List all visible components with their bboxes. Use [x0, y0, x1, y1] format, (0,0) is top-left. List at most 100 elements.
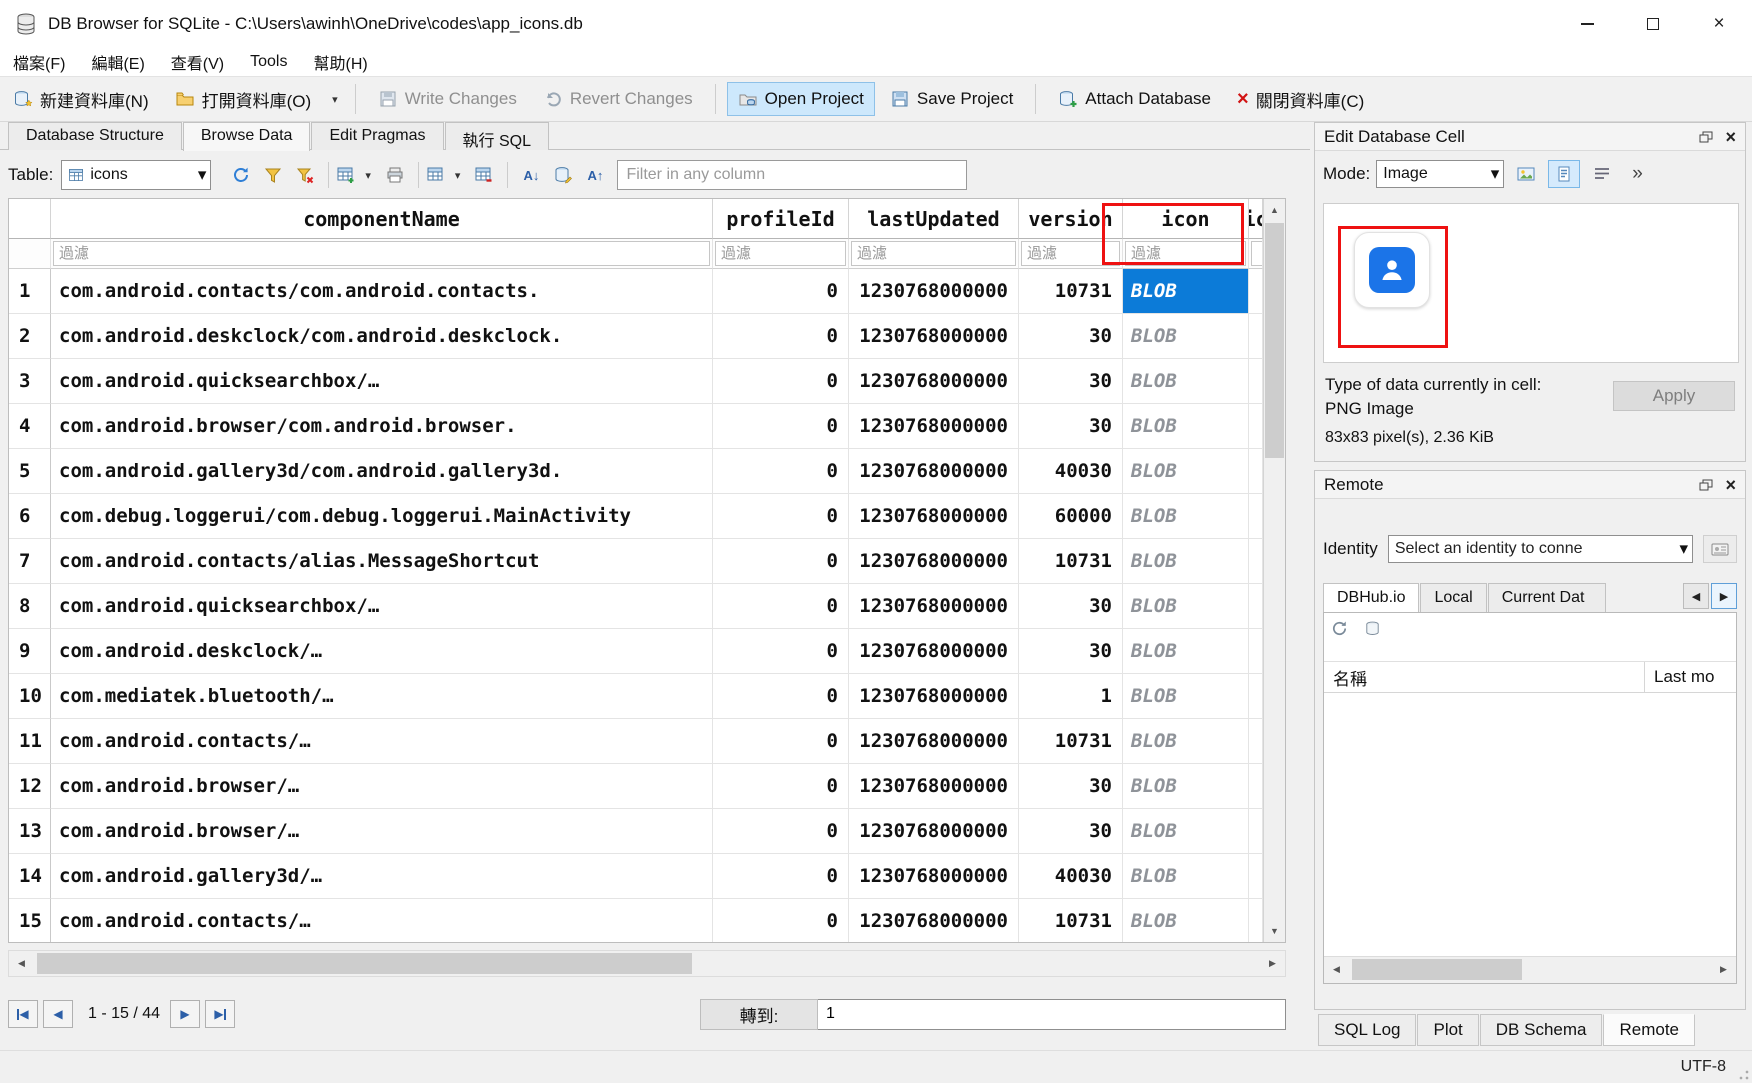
- table-row[interactable]: 5com.android.gallery3d/com.android.galle…: [9, 449, 1263, 494]
- cell-clipped[interactable]: [1249, 584, 1263, 629]
- new-database-button[interactable]: 新建資料庫(N): [2, 80, 160, 119]
- column-filter-input-componentName[interactable]: [53, 241, 710, 266]
- toolbar-overflow-button[interactable]: »: [1632, 163, 1643, 185]
- cell-icon-blob[interactable]: BLOB: [1123, 494, 1249, 539]
- row-number[interactable]: 1: [9, 269, 51, 314]
- cell-version[interactable]: 1: [1019, 674, 1123, 719]
- table-selector[interactable]: icons ▾: [61, 160, 211, 190]
- table-row[interactable]: 2com.android.deskclock/com.android.deskc…: [9, 314, 1263, 359]
- column-filter-input-icon[interactable]: [1125, 241, 1246, 266]
- cell-lastUpdated[interactable]: 1230768000000: [849, 674, 1019, 719]
- grid-vertical-scrollbar[interactable]: ▲ ▼: [1263, 199, 1285, 942]
- minimize-button[interactable]: [1554, 0, 1620, 48]
- cell-clipped[interactable]: [1249, 764, 1263, 809]
- cell-icon-blob[interactable]: BLOB: [1123, 764, 1249, 809]
- scroll-left-button[interactable]: ◀: [1326, 957, 1347, 982]
- tab-scroll-right-button[interactable]: ▶: [1711, 583, 1737, 609]
- cell-profileId[interactable]: 0: [713, 449, 849, 494]
- revert-changes-button[interactable]: Revert Changes: [532, 82, 704, 116]
- open-database-dropdown[interactable]: ▾: [324, 93, 346, 106]
- table-row[interactable]: 15com.android.contacts/…0123076800000010…: [9, 899, 1263, 942]
- column-filter-input-clipped[interactable]: [1251, 241, 1263, 266]
- cell-icon-blob[interactable]: BLOB: [1123, 359, 1249, 404]
- open-project-button[interactable]: Open Project: [727, 82, 875, 116]
- menu-item-tools[interactable]: Tools: [237, 50, 300, 74]
- insert-record-button[interactable]: ▾: [426, 160, 469, 190]
- cell-icon-blob[interactable]: BLOB: [1123, 719, 1249, 764]
- cell-profileId[interactable]: 0: [713, 809, 849, 854]
- cell-icon-blob[interactable]: BLOB: [1123, 449, 1249, 494]
- cell-icon-blob[interactable]: BLOB: [1123, 314, 1249, 359]
- cell-profileId[interactable]: 0: [713, 404, 849, 449]
- cell-componentName[interactable]: com.android.deskclock/com.android.deskcl…: [51, 314, 713, 359]
- cell-icon-blob[interactable]: BLOB: [1123, 674, 1249, 719]
- import-data-button[interactable]: [1510, 160, 1542, 188]
- table-row[interactable]: 6com.debug.loggerui/com.debug.loggerui.M…: [9, 494, 1263, 539]
- cell-version[interactable]: 30: [1019, 764, 1123, 809]
- cell-lastUpdated[interactable]: 1230768000000: [849, 314, 1019, 359]
- cell-clipped[interactable]: [1249, 314, 1263, 359]
- cell-componentName[interactable]: com.android.contacts/…: [51, 899, 713, 942]
- cell-profileId[interactable]: 0: [713, 314, 849, 359]
- cell-version[interactable]: 40030: [1019, 854, 1123, 899]
- undock-panel-icon[interactable]: [1699, 131, 1713, 143]
- cell-clipped[interactable]: [1249, 809, 1263, 854]
- cell-componentName[interactable]: com.android.browser/…: [51, 809, 713, 854]
- cell-version[interactable]: 30: [1019, 404, 1123, 449]
- cell-componentName[interactable]: com.android.browser/com.android.browser.: [51, 404, 713, 449]
- cell-clipped[interactable]: [1249, 269, 1263, 314]
- word-wrap-button[interactable]: [1586, 160, 1618, 188]
- corner-header[interactable]: [9, 199, 51, 239]
- remote-clone-database-icon[interactable]: [1363, 619, 1382, 638]
- new-record-button[interactable]: ▾: [336, 160, 379, 190]
- row-number[interactable]: 14: [9, 854, 51, 899]
- cell-componentName[interactable]: com.android.gallery3d/com.android.galler…: [51, 449, 713, 494]
- cell-profileId[interactable]: 0: [713, 719, 849, 764]
- cell-profileId[interactable]: 0: [713, 494, 849, 539]
- print-button[interactable]: [379, 160, 411, 190]
- table-row[interactable]: 7com.android.contacts/alias.MessageShort…: [9, 539, 1263, 584]
- cell-lastUpdated[interactable]: 1230768000000: [849, 629, 1019, 674]
- column-header-profileId[interactable]: profileId: [713, 199, 849, 239]
- cell-lastUpdated[interactable]: 1230768000000: [849, 269, 1019, 314]
- save-project-button[interactable]: Save Project: [879, 82, 1024, 116]
- row-number[interactable]: 7: [9, 539, 51, 584]
- table-row[interactable]: 9com.android.deskclock/…0123076800000030…: [9, 629, 1263, 674]
- dock-tab-sql-log[interactable]: SQL Log: [1318, 1014, 1416, 1046]
- tab-execute-sql[interactable]: 執行 SQL: [445, 122, 549, 150]
- encoding-selector[interactable]: UTF-8: [1681, 1058, 1726, 1076]
- sort-descending-button[interactable]: A↑: [579, 160, 611, 190]
- resize-grip[interactable]: [1739, 1070, 1749, 1080]
- cell-version[interactable]: 30: [1019, 359, 1123, 404]
- row-number[interactable]: 13: [9, 809, 51, 854]
- row-number[interactable]: 12: [9, 764, 51, 809]
- tab-edit-pragmas[interactable]: Edit Pragmas: [311, 122, 443, 150]
- grid-horizontal-scrollbar[interactable]: ◀ ▶: [8, 950, 1286, 977]
- clear-filter-button[interactable]: [289, 160, 321, 190]
- cell-clipped[interactable]: [1249, 629, 1263, 674]
- row-number[interactable]: 15: [9, 899, 51, 942]
- cell-componentName[interactable]: com.android.contacts/…: [51, 719, 713, 764]
- menu-item-edit[interactable]: 編輯(E): [78, 47, 157, 77]
- cell-clipped[interactable]: [1249, 539, 1263, 584]
- cell-lastUpdated[interactable]: 1230768000000: [849, 584, 1019, 629]
- cell-componentName[interactable]: com.android.contacts/alias.MessageShortc…: [51, 539, 713, 584]
- cell-version[interactable]: 10731: [1019, 269, 1123, 314]
- goto-button[interactable]: 轉到:: [700, 999, 818, 1030]
- refresh-button[interactable]: [225, 160, 257, 190]
- cell-lastUpdated[interactable]: 1230768000000: [849, 899, 1019, 942]
- cell-icon-blob[interactable]: BLOB: [1123, 854, 1249, 899]
- column-filter-input-version[interactable]: [1021, 241, 1120, 266]
- cell-version[interactable]: 10731: [1019, 719, 1123, 764]
- close-database-button[interactable]: × 關閉資料庫(C): [1226, 80, 1375, 119]
- cell-profileId[interactable]: 0: [713, 674, 849, 719]
- cell-profileId[interactable]: 0: [713, 269, 849, 314]
- close-panel-icon[interactable]: ×: [1725, 478, 1736, 492]
- cell-componentName[interactable]: com.debug.loggerui/com.debug.loggerui.Ma…: [51, 494, 713, 539]
- cell-profileId[interactable]: 0: [713, 854, 849, 899]
- column-header-version[interactable]: version: [1019, 199, 1123, 239]
- remote-tab-current-database[interactable]: Current Dat: [1488, 583, 1606, 613]
- identity-selector[interactable]: Select an identity to conne ▾: [1388, 535, 1693, 563]
- cell-lastUpdated[interactable]: 1230768000000: [849, 854, 1019, 899]
- previous-record-button[interactable]: ◀: [43, 1000, 73, 1028]
